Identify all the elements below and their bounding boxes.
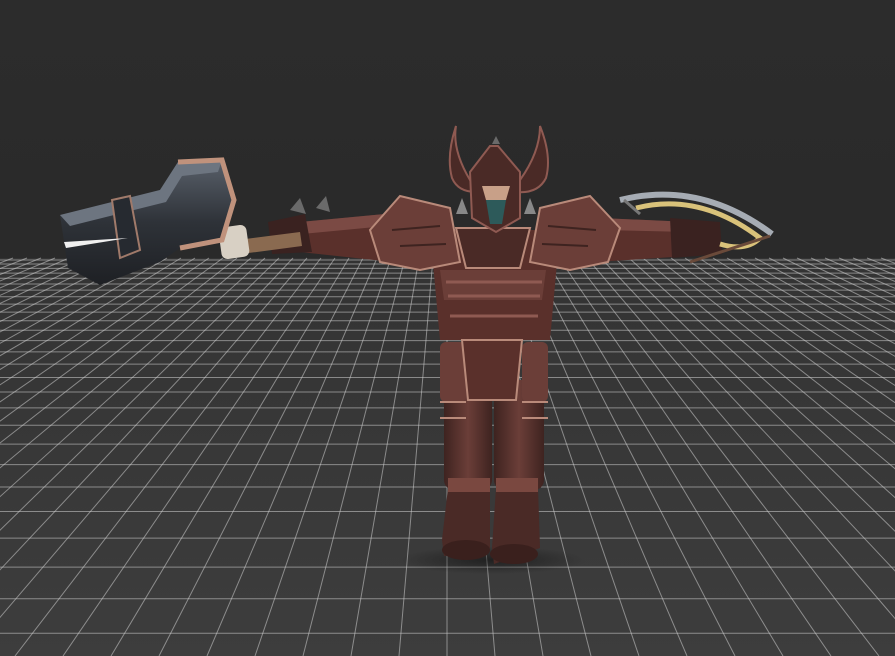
3d-viewport[interactable] <box>0 0 895 656</box>
viewport-canvas <box>0 0 895 656</box>
